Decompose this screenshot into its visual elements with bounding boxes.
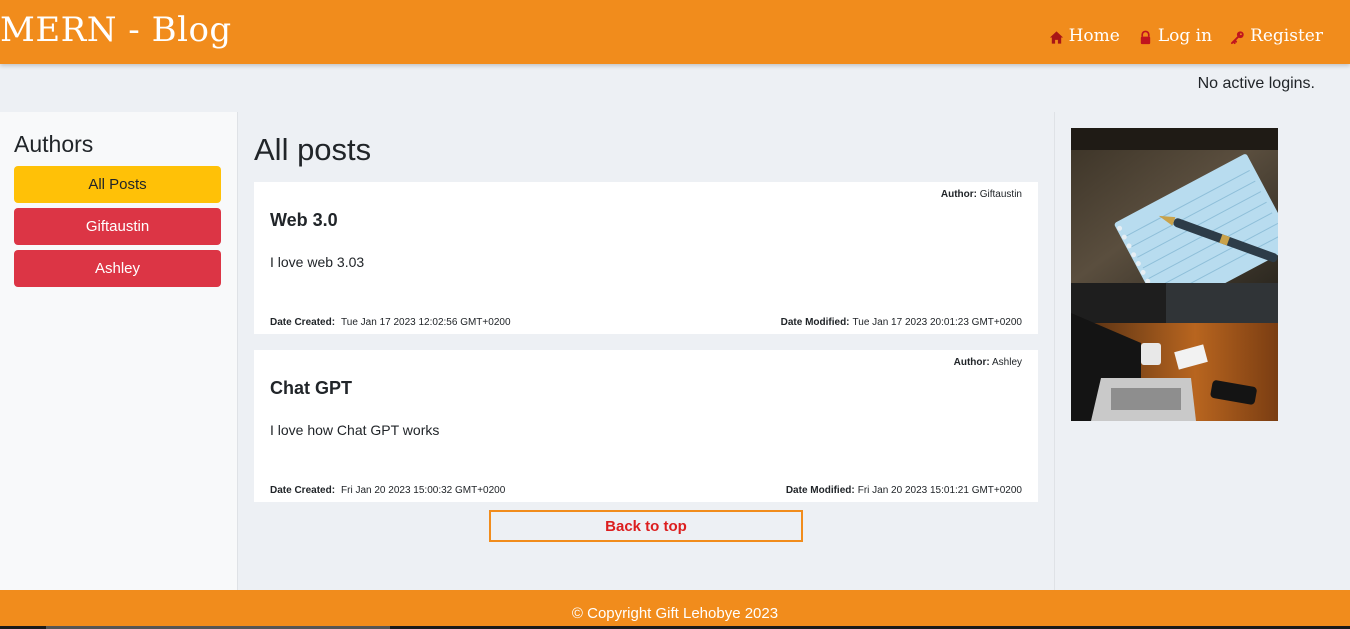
post-title: Chat GPT: [270, 378, 353, 398]
date-modified-label: Date Modified:: [780, 317, 850, 328]
post-author-name: Giftaustin: [979, 189, 1022, 200]
footer: © Copyright Gift Lehobye 2023: [0, 590, 1350, 626]
post-body: I love web 3.03: [270, 254, 365, 270]
nav-home-link[interactable]: Home: [1049, 26, 1120, 46]
all-posts-button[interactable]: All Posts: [14, 166, 221, 203]
nav-home-label: Home: [1068, 26, 1120, 46]
post-card: Author: Ashley Chat GPT I love how Chat …: [254, 350, 1038, 502]
date-created-value: Tue Jan 17 2023 12:02:56 GMT+0200: [341, 317, 511, 328]
date-modified-value: Fri Jan 20 2023 15:01:21 GMT+0200: [857, 485, 1022, 496]
date-created-label: Date Created:: [270, 317, 336, 328]
nav-login-label: Log in: [1157, 26, 1213, 46]
laptop-desk-image: [1071, 283, 1278, 421]
notebook-pen-image: [1071, 128, 1278, 283]
copyright-text: © Copyright Gift Lehobye 2023: [571, 604, 779, 622]
author-giftaustin-button[interactable]: Giftaustin: [14, 208, 221, 245]
post-author-name: Ashley: [991, 357, 1022, 368]
date-modified-value: Tue Jan 17 2023 20:01:23 GMT+0200: [852, 317, 1022, 328]
key-icon: [1231, 31, 1244, 45]
post-author: Author: Giftaustin: [941, 189, 1022, 200]
post-date-created: Date Created: Tue Jan 17 2023 12:02:56 GM…: [270, 317, 511, 328]
post-body: I love how Chat GPT works: [270, 422, 440, 438]
post-date-modified: Date Modified: Fri Jan 20 2023 15:01:21 G…: [786, 485, 1022, 496]
authors-sidebar: Authors All Posts Giftaustin Ashley: [0, 112, 238, 590]
date-modified-label: Date Modified:: [785, 485, 855, 496]
date-created-label: Date Created:: [270, 485, 336, 496]
post-date-modified: Date Modified: Tue Jan 17 2023 20:01:23 G…: [781, 317, 1022, 328]
date-created-value: Fri Jan 20 2023 15:00:32 GMT+0200: [341, 485, 506, 496]
login-status-text: No active logins.: [1197, 75, 1315, 92]
back-to-top-button[interactable]: Back to top: [489, 510, 803, 542]
post-author-label: Author:: [940, 189, 977, 200]
authors-heading: Authors: [14, 131, 94, 157]
nav-links: Home Log in Register: [1049, 26, 1323, 46]
posts-main: All posts Author: Giftaustin Web 3.0 I l…: [238, 112, 1054, 590]
nav-register-label: Register: [1250, 26, 1323, 46]
post-author: Author: Ashley: [954, 357, 1022, 368]
post-author-label: Author:: [953, 357, 990, 368]
page-title: All posts: [254, 132, 372, 167]
author-ashley-button[interactable]: Ashley: [14, 250, 221, 287]
navbar: MERN - Blog Home Log in Register: [0, 0, 1350, 64]
home-icon: [1049, 31, 1063, 44]
right-aside: [1054, 112, 1350, 590]
brand-title[interactable]: MERN - Blog: [0, 10, 232, 50]
lock-icon: [1140, 30, 1151, 45]
post-date-created: Date Created: Fri Jan 20 2023 15:00:32 GM…: [270, 485, 505, 496]
nav-register-link[interactable]: Register: [1230, 26, 1323, 46]
post-card: Author: Giftaustin Web 3.0 I love web 3.…: [254, 182, 1038, 334]
nav-login-link[interactable]: Log in: [1138, 26, 1212, 46]
post-title: Web 3.0: [270, 210, 338, 230]
